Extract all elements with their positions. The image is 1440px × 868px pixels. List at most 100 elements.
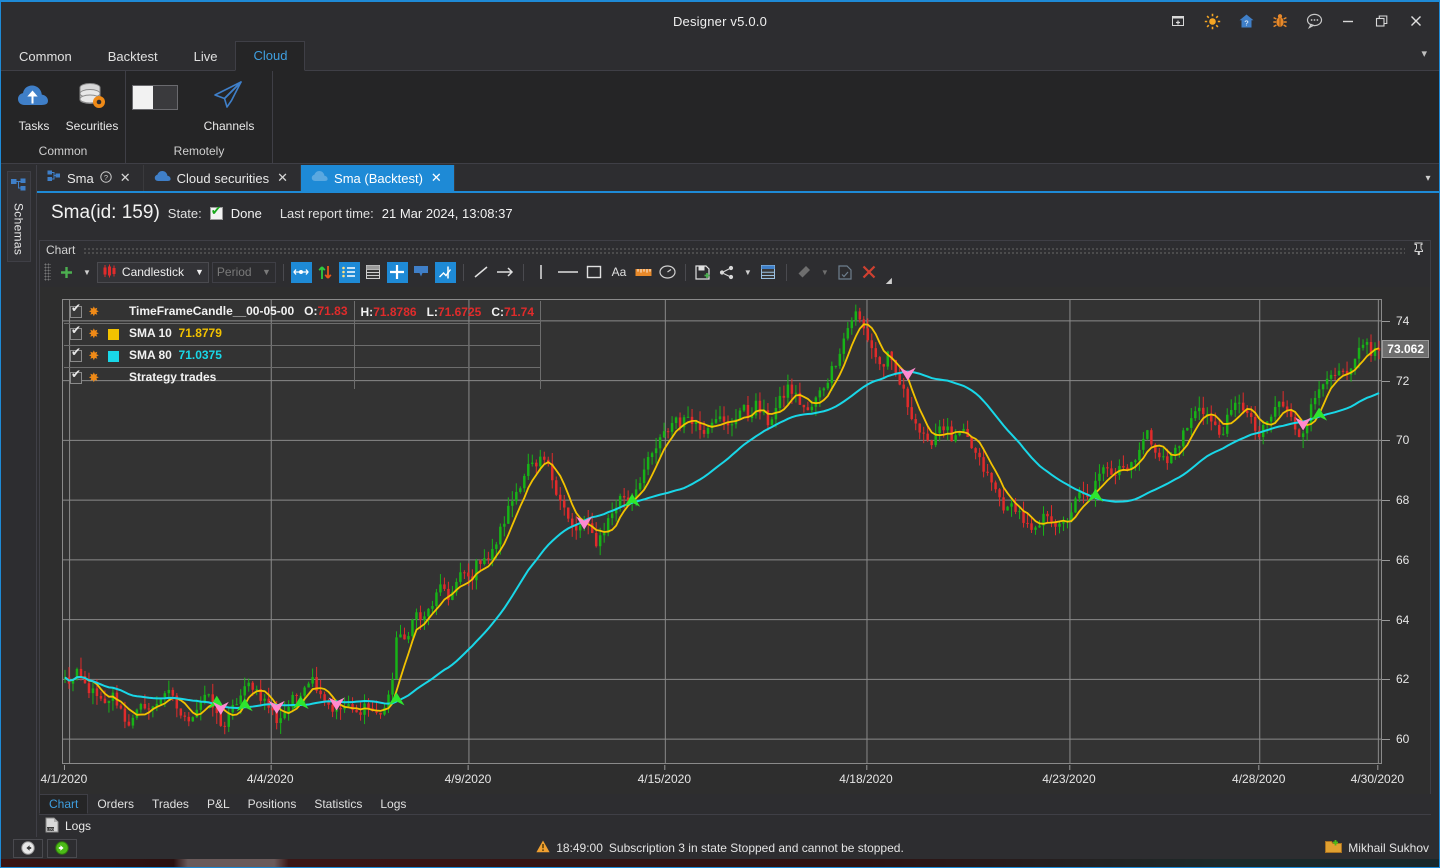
- document-tab-cloud-securities-close-icon[interactable]: ✕: [275, 170, 290, 186]
- rectangle-icon[interactable]: [584, 262, 605, 283]
- text-tool-icon[interactable]: Aa: [608, 262, 630, 283]
- chart-y-axis[interactable]: 74 72 70 68 66 64 62 60 73.062: [1382, 299, 1430, 764]
- horizontal-line-icon[interactable]: [555, 262, 581, 283]
- chat-icon[interactable]: [1297, 6, 1331, 36]
- chart-surface[interactable]: ✸ TimeFrameCandle__00-05-00 O:71.83 H:71…: [40, 287, 1430, 794]
- legend-sma80-color-swatch[interactable]: [107, 350, 119, 362]
- back-button[interactable]: [13, 838, 43, 858]
- legend-trades-checkbox[interactable]: [70, 368, 82, 385]
- arrow-tool-icon[interactable]: [495, 262, 516, 283]
- add-indicator-caret-icon[interactable]: ▼: [80, 268, 94, 277]
- forward-button[interactable]: [47, 838, 77, 858]
- document-tab-sma-close-icon[interactable]: ✕: [118, 170, 133, 186]
- data-grid-icon[interactable]: [363, 262, 384, 283]
- bug-icon[interactable]: [1263, 6, 1297, 36]
- logs-status-row[interactable]: LOG Logs: [45, 815, 91, 837]
- toolbar-grip[interactable]: [44, 263, 51, 281]
- legend-row-sma80[interactable]: ✸ SMA 80 71.0375: [64, 344, 542, 368]
- ribbon-collapse-button[interactable]: ▾: [1421, 47, 1427, 60]
- status-user[interactable]: Mikhail Sukhov: [1325, 839, 1429, 857]
- tab-chart[interactable]: Chart: [39, 794, 89, 814]
- document-tab-sma[interactable]: Sma ? ✕: [37, 165, 144, 191]
- gear-icon[interactable]: ✸: [88, 348, 99, 363]
- document-tab-sma-backtest-close-icon[interactable]: ✕: [429, 170, 444, 186]
- share-caret-icon[interactable]: ▼: [741, 268, 755, 277]
- tasks-button[interactable]: Tasks: [7, 77, 61, 137]
- toolbar-overflow-icon[interactable]: ◢: [883, 276, 895, 285]
- eraser-icon[interactable]: [794, 262, 815, 283]
- share-icon[interactable]: [717, 262, 738, 283]
- tooltip-icon[interactable]: [411, 262, 432, 283]
- tab-orders[interactable]: Orders: [88, 794, 143, 814]
- ruler-icon[interactable]: [633, 262, 654, 283]
- tab-trades[interactable]: Trades: [143, 794, 198, 814]
- updown-arrows-icon[interactable]: [315, 262, 336, 283]
- legend-close-value: 71.74: [504, 304, 535, 319]
- x-axis-tick: 4/23/2020: [1042, 765, 1096, 786]
- chart-type-combo[interactable]: Candlestick ▼: [96, 261, 209, 283]
- auto-scale-icon[interactable]: [290, 261, 312, 283]
- legend-candles-cell[interactable]: ✸ TimeFrameCandle__00-05-00 O:71.83: [64, 301, 355, 324]
- document-tab-sma-backtest[interactable]: Sma (Backtest) ✕: [301, 165, 455, 191]
- help-icon[interactable]: ?: [100, 170, 112, 186]
- legend-sma10-checkbox[interactable]: [70, 324, 82, 340]
- chart-plot-area[interactable]: ✸ TimeFrameCandle__00-05-00 O:71.83 H:71…: [62, 299, 1382, 764]
- gauge-icon[interactable]: [657, 262, 678, 283]
- legend-candles-name: TimeFrameCandle__00-05-00: [128, 303, 295, 318]
- state-done-check-icon: [209, 204, 223, 220]
- tab-statistics[interactable]: Statistics: [305, 794, 371, 814]
- legend-trades-cell[interactable]: ✸ Strategy trades: [64, 366, 355, 389]
- document-tab-cloud-securities[interactable]: Cloud securities ✕: [144, 165, 302, 191]
- home-help-icon[interactable]: ?: [1229, 6, 1263, 36]
- chart-x-axis[interactable]: 4/1/2020 4/4/2020 4/9/2020 4/15/2020 4/18/20…: [41, 765, 1404, 792]
- gear-icon[interactable]: ✸: [88, 304, 99, 319]
- document-tab-strip: Sma ? ✕ Cloud securities ✕ Sma (Backtest…: [37, 165, 1439, 193]
- copy-doc-icon[interactable]: [835, 262, 856, 283]
- ribbon-tab-backtest[interactable]: Backtest: [90, 42, 176, 71]
- securities-button[interactable]: Securities: [65, 77, 119, 137]
- gear-icon[interactable]: ✸: [88, 326, 99, 341]
- minimize-icon[interactable]: [1331, 6, 1365, 36]
- line-tool-icon[interactable]: [471, 262, 492, 283]
- gear-icon[interactable]: ✸: [88, 370, 99, 385]
- new-window-icon[interactable]: [1161, 6, 1195, 36]
- schema-icon: [47, 170, 61, 186]
- legend-row-trades[interactable]: ✸ Strategy trades: [64, 366, 542, 389]
- grid-rows-icon[interactable]: [758, 262, 779, 283]
- legend-sma10-cell[interactable]: ✸ SMA 10 71.8779: [64, 322, 355, 346]
- save-template-icon[interactable]: [693, 262, 714, 283]
- crosshair-icon[interactable]: [386, 261, 408, 283]
- document-tab-overflow-icon[interactable]: ▾: [1417, 165, 1439, 191]
- legend-candles-checkbox[interactable]: [70, 302, 82, 318]
- close-icon[interactable]: [1399, 6, 1433, 36]
- ribbon-tab-common[interactable]: Common: [1, 42, 90, 71]
- desktop-taskbar-strip: [1, 859, 1439, 867]
- delete-x-icon[interactable]: [859, 262, 880, 283]
- tab-positions[interactable]: Positions: [239, 794, 306, 814]
- theme-sun-icon[interactable]: [1195, 6, 1229, 36]
- add-indicator-button[interactable]: [56, 262, 77, 283]
- legend-sma80-checkbox[interactable]: [70, 346, 82, 362]
- legend-list-icon[interactable]: [338, 261, 360, 283]
- remote-toggle[interactable]: [132, 85, 178, 110]
- pin-icon[interactable]: [1413, 242, 1424, 258]
- sidebar-item-schemas[interactable]: Schemas: [6, 171, 31, 263]
- tab-logs[interactable]: Logs: [371, 794, 415, 814]
- legend-sma80-cell[interactable]: ✸ SMA 80 71.0375: [64, 344, 355, 368]
- tab-pnl[interactable]: P&L: [198, 794, 239, 814]
- legend-row-candles[interactable]: ✸ TimeFrameCandle__00-05-00 O:71.83 H:71…: [64, 301, 542, 324]
- channels-button[interactable]: Channels: [192, 75, 266, 137]
- measure-icon[interactable]: [434, 261, 456, 283]
- legend-sma80-blank: [353, 344, 542, 368]
- legend-trades-name: Strategy trades: [128, 370, 217, 385]
- toolbar-separator-3: [522, 263, 524, 281]
- period-combo[interactable]: Period ▼: [211, 261, 276, 283]
- x-axis-tick: 4/30/2020: [1350, 765, 1405, 786]
- legend-row-sma10[interactable]: ✸ SMA 10 71.8779: [64, 322, 542, 346]
- legend-sma10-color-swatch[interactable]: [107, 328, 119, 340]
- vertical-line-icon[interactable]: [531, 262, 552, 283]
- restore-icon[interactable]: [1365, 6, 1399, 36]
- ribbon-tab-live[interactable]: Live: [176, 42, 236, 71]
- eraser-caret-icon[interactable]: ▼: [818, 268, 832, 277]
- ribbon-tab-cloud[interactable]: Cloud: [235, 41, 306, 71]
